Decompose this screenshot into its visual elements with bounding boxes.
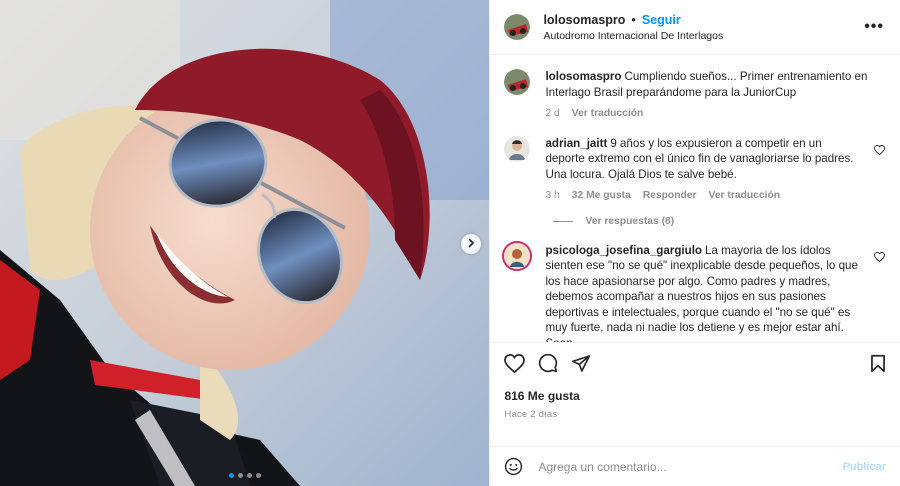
comment-item: adrian_jaitt 9 años y los expusieron a co… — [504, 135, 886, 204]
post-timestamp: Hace 2 días — [504, 409, 558, 420]
post-dialog: lolosomaspro • Seguir Autodromo Internac… — [0, 0, 900, 486]
comment-input[interactable] — [536, 458, 843, 475]
publish-button[interactable]: Publicar — [843, 461, 886, 473]
avatar[interactable] — [504, 69, 531, 95]
post-actions: 816 Me gusta Hace 2 días — [490, 342, 900, 446]
post-media[interactable] — [0, 0, 490, 486]
avatar[interactable] — [504, 135, 531, 162]
comment-likes[interactable]: 32 Me gusta — [572, 188, 631, 204]
author-username[interactable]: lolosomaspro — [543, 13, 625, 27]
carousel-dot — [246, 473, 252, 478]
carousel-dot — [228, 473, 234, 478]
comment-username[interactable]: psicologa_josefina_gargiulo — [545, 244, 702, 257]
post-side-panel: lolosomaspro • Seguir Autodromo Internac… — [489, 0, 900, 486]
caption-username[interactable]: lolosomaspro — [545, 70, 621, 83]
caption-time[interactable]: 2 d — [545, 106, 559, 122]
post-location[interactable]: Autodromo Internacional De Interlagos — [543, 30, 862, 42]
reply-button[interactable]: Responder — [643, 188, 697, 204]
carousel-dot — [255, 473, 261, 478]
comments-list: lolosomaspro Cumpliendo sueños... Primer … — [490, 55, 900, 342]
comment-username[interactable]: adrian_jaitt — [545, 137, 607, 150]
comment-item: psicologa_josefina_gargiulo La mayoria de… — [504, 242, 886, 343]
translate-link[interactable]: Ver traducción — [572, 106, 644, 122]
view-replies-button[interactable]: Ver respuestas (8) — [553, 216, 886, 227]
emoji-icon[interactable] — [504, 457, 523, 476]
likes-count[interactable]: 816 Me gusta — [504, 389, 886, 403]
more-icon[interactable]: ••• — [862, 18, 886, 36]
caption: lolosomaspro Cumpliendo sueños... Primer … — [504, 69, 886, 122]
view-replies-label: Ver respuestas (8) — [585, 215, 675, 227]
share-icon[interactable] — [571, 354, 591, 373]
comment-time[interactable]: 3 h — [545, 188, 559, 204]
heart-icon[interactable] — [504, 353, 526, 373]
comment-like-button[interactable] — [872, 251, 886, 343]
comment-composer: Publicar — [490, 446, 900, 486]
heart-icon — [873, 144, 885, 204]
carousel-indicator — [0, 473, 489, 478]
avatar[interactable] — [504, 242, 531, 269]
post-header: lolosomaspro • Seguir Autodromo Internac… — [490, 0, 900, 55]
post-photo — [0, 0, 490, 486]
heart-icon — [873, 251, 885, 343]
avatar[interactable] — [504, 14, 531, 40]
replies-divider — [553, 220, 574, 222]
comment-like-button[interactable] — [872, 144, 886, 204]
chevron-right-icon — [466, 237, 476, 251]
separator: • — [631, 12, 636, 27]
bookmark-icon[interactable] — [870, 354, 886, 373]
comment-icon[interactable] — [538, 353, 558, 373]
comment-text: La mayoria de los ídolos sienten ese "no… — [545, 243, 858, 343]
translate-link[interactable]: Ver traducción — [709, 188, 781, 204]
carousel-next-button[interactable] — [461, 234, 481, 254]
carousel-dot — [237, 473, 243, 478]
follow-button[interactable]: Seguir — [642, 13, 681, 27]
